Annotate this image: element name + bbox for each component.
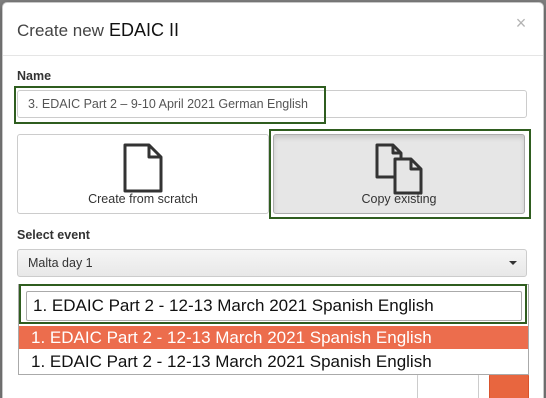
dropdown-option[interactable]: 1. EDAIC Part 2 - 12-13 March 2021 Spani… bbox=[19, 350, 528, 373]
chevron-down-icon bbox=[509, 261, 517, 265]
modal-title-prefix: Create new bbox=[17, 21, 104, 40]
create-button[interactable] bbox=[489, 373, 529, 398]
modal-title-name: EDAIC II bbox=[108, 20, 179, 40]
cancel-button[interactable] bbox=[417, 373, 479, 398]
create-from-scratch-label: Create from scratch bbox=[88, 192, 198, 206]
modal-title: Create new EDAIC II bbox=[17, 20, 179, 41]
modal-header: Create new EDAIC II × bbox=[3, 3, 543, 56]
blank-document-icon bbox=[123, 143, 163, 193]
copy-existing-label: Copy existing bbox=[361, 192, 437, 206]
create-modal: Create new EDAIC II × Name 3. EDAIC Part … bbox=[2, 2, 544, 398]
close-icon[interactable]: × bbox=[513, 14, 529, 32]
screen: Create new EDAIC II × Name 3. EDAIC Part … bbox=[0, 0, 546, 398]
name-label: Name bbox=[17, 69, 52, 83]
dropdown-search-input[interactable]: 1. EDAIC Part 2 - 12-13 March 2021 Spani… bbox=[26, 291, 522, 321]
event-dropdown: 1. EDAIC Part 2 - 12-13 March 2021 Spani… bbox=[18, 284, 529, 375]
name-field[interactable]: 3. EDAIC Part 2 – 9-10 April 2021 German… bbox=[17, 90, 527, 118]
copy-existing-button[interactable]: Copy existing bbox=[273, 134, 525, 214]
select-event-label: Select event bbox=[17, 228, 90, 242]
create-from-scratch-button[interactable]: Create from scratch bbox=[17, 134, 269, 214]
event-select[interactable]: Malta day 1 bbox=[17, 249, 527, 277]
event-select-value: Malta day 1 bbox=[28, 256, 93, 270]
copy-documents-icon bbox=[375, 143, 423, 195]
dropdown-option-highlighted[interactable]: 1. EDAIC Part 2 - 12-13 March 2021 Spani… bbox=[19, 326, 528, 349]
